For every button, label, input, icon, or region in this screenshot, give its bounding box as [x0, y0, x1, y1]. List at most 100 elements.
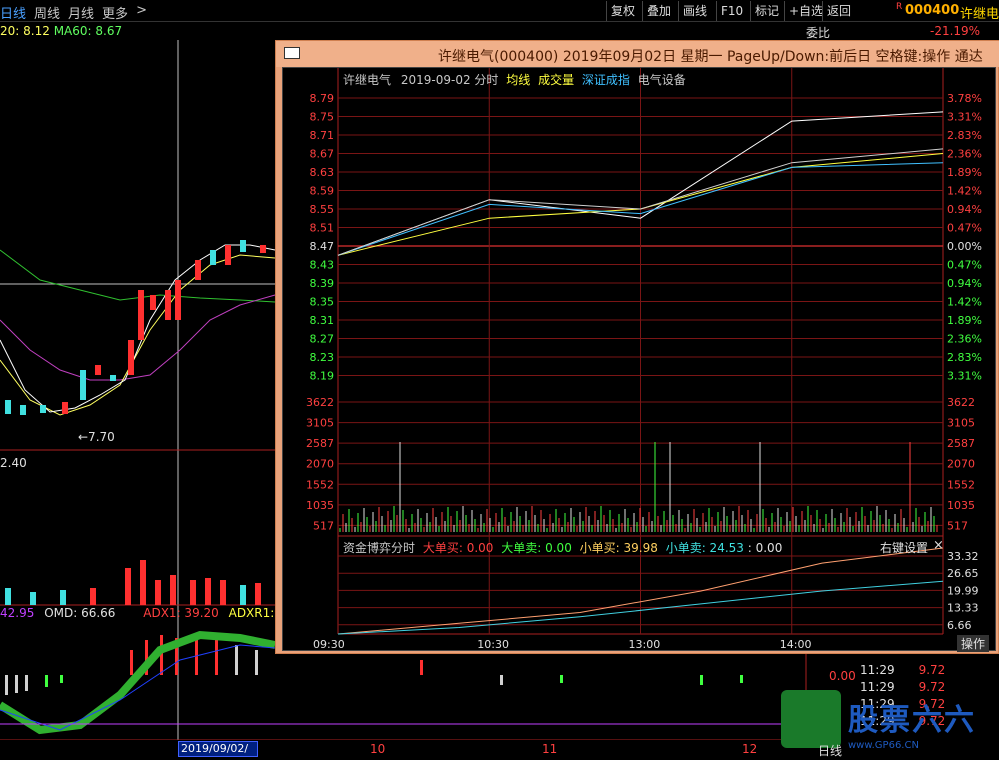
flow-title: 资金博弈分时: [343, 541, 416, 555]
macd-area: [0, 630, 276, 735]
small-buy-value: 小单买: 39.98: [579, 541, 658, 555]
list-item: 11:29 9.72: [860, 680, 946, 694]
chevron-right-icon[interactable]: >: [136, 3, 147, 22]
low-price-label: ←7.70: [78, 430, 115, 444]
small-sell-value: 小单卖: 24.53: [665, 541, 744, 555]
pct-tick-label: 3.31%: [947, 370, 982, 383]
volume-tick-label: 1035: [306, 499, 334, 512]
candles: [5, 240, 266, 415]
time-tick-label: 13:00: [629, 638, 661, 651]
flow-tick-label: 19.99: [947, 584, 979, 597]
volume-tick-label: 1552: [306, 478, 334, 491]
ma60-value: MA60: 8.67: [53, 24, 123, 38]
right-click-settings[interactable]: 右键设置: [880, 539, 928, 556]
header-avg-line: 均线: [506, 73, 531, 87]
close-icon[interactable]: ×: [933, 538, 944, 553]
pct-tick-label: 0.00%: [947, 240, 982, 253]
operate-button[interactable]: 操作: [957, 635, 990, 652]
volume-value: 2.40: [0, 456, 27, 470]
price-tick-label: 8.31: [310, 314, 335, 327]
volume-tick-label: 1035: [947, 499, 975, 512]
price-tick-label: 8.63: [310, 166, 335, 179]
bid-ratio-label: 委比: [806, 26, 831, 40]
pct-tick-label: 0.94%: [947, 203, 982, 216]
price-tick-label: 8.67: [310, 148, 335, 161]
pct-tick-label: 3.31%: [947, 111, 982, 124]
draw-line-button[interactable]: 画线: [678, 1, 711, 21]
quote-zero: 0.00: [829, 669, 856, 683]
header-date: 2019-09-02 分时: [400, 73, 499, 87]
price-tick-label: 8.75: [310, 111, 335, 124]
tab-month[interactable]: 月线: [68, 3, 94, 22]
price-tick-label: 8.23: [310, 351, 335, 364]
popup-body[interactable]: 8.79 3.78% 8.75 3.31% 8.71 2.83% 8.67 2.36% 8.63…: [282, 67, 997, 652]
stock-code: 000400: [905, 3, 960, 18]
flow-tick-label: 33.32: [947, 550, 979, 563]
volume-tick-label: 2587: [306, 437, 334, 450]
pct-tick-label: 2.83%: [947, 129, 982, 142]
r-mark: R: [896, 2, 903, 12]
ma20-value: 20: 8.12: [0, 24, 50, 38]
intraday-popup[interactable]: 许继电气(000400) 2019年09月02日 星期一 PageUp/Down…: [275, 40, 999, 654]
window-icon: [284, 47, 300, 59]
x-axis-tick: 11: [542, 742, 558, 756]
header-stock-name: 许继电气: [343, 73, 392, 87]
indicator-legend: 42.95 OMD: 66.66 ADX1: 39.20 ADXR1: 8.23: [0, 606, 305, 620]
price-tick-label: 8.27: [310, 333, 335, 346]
volume-tick-label: 517: [313, 519, 334, 532]
back-button[interactable]: 返回: [822, 1, 855, 21]
price-tick-label: 8.55: [310, 203, 335, 216]
flow-tick-label: 26.65: [947, 567, 979, 580]
tab-week[interactable]: 周线: [34, 3, 60, 22]
omd-value-1: 42.95: [0, 606, 35, 620]
price-tick-label: 8.35: [310, 296, 335, 309]
period-tabs: 日线 周线 月线 更多 >: [0, 3, 147, 22]
time-tick-label: 14:00: [780, 638, 812, 651]
volume-tick-label: 3105: [306, 417, 334, 430]
mark-button[interactable]: 标记: [750, 1, 783, 21]
adx-line: [0, 644, 276, 731]
ma30-line: [0, 294, 276, 381]
big-sell-value: 大单卖: 0.00: [501, 541, 572, 555]
intraday-chart[interactable]: 8.79 3.78% 8.75 3.31% 8.71 2.83% 8.67 2.36% 8.63…: [283, 68, 997, 652]
fund-flow-header: 资金博弈分时 大单买: 0.00 大单卖: 0.00 小单买: 39.98 小单…: [343, 539, 782, 556]
header-volume: 成交量: [538, 73, 575, 87]
pct-tick-label: 0.47%: [947, 259, 982, 272]
pct-tick-label: 2.83%: [947, 351, 982, 364]
tab-day[interactable]: 日线: [0, 3, 26, 22]
x-axis-selected-date: 2019/09/02/—: [178, 741, 258, 760]
brand-site: www.GP66.CN: [848, 740, 919, 751]
overlay-button[interactable]: 叠加: [642, 1, 675, 21]
popup-title-bar[interactable]: 许继电气(000400) 2019年09月02日 星期一 PageUp/Down…: [276, 41, 999, 67]
x-axis-tick: 12: [742, 742, 758, 756]
ma20-line: [0, 254, 276, 416]
header-index: 深证成指: [581, 73, 630, 87]
pct-tick-label: 0.94%: [947, 277, 982, 290]
top-toolbar: 日线 周线 月线 更多 > 复权 叠加 画线 F10 标记 +自选 返回 R 0…: [0, 0, 999, 22]
volume-tick-label: 2587: [947, 437, 975, 450]
price-tick-label: 8.79: [310, 92, 335, 105]
price-tick-label: 8.39: [310, 277, 335, 290]
brand-watermark: 股票六六: [848, 703, 976, 738]
time-tick-label: 09:30: [313, 638, 345, 651]
flow-tick-label: 6.66: [947, 619, 972, 632]
volume-tick-label: 2070: [306, 458, 334, 471]
restore-rights-button[interactable]: 复权: [606, 1, 639, 21]
pct-tick-label: 3.78%: [947, 92, 982, 105]
add-favorite-button[interactable]: +自选: [784, 1, 827, 21]
adx1-value: ADX1: 39.20: [143, 606, 219, 620]
volume-tick-label: 517: [947, 519, 968, 532]
tab-more[interactable]: 更多: [102, 3, 128, 22]
f10-button[interactable]: F10: [716, 1, 747, 21]
stock-name: 许继电气: [960, 7, 999, 22]
omd-value-2: OMD: 66.66: [44, 606, 116, 620]
flow-tail-value: : 0.00: [747, 541, 783, 555]
price-tick-label: 8.43: [310, 259, 335, 272]
volume-tick-label: 3622: [306, 396, 334, 409]
price-tick-label: 8.51: [310, 222, 335, 235]
volume-tick-label: 1552: [947, 478, 975, 491]
volume-bars: [5, 560, 261, 605]
price-tick-label: 8.59: [310, 185, 335, 198]
popup-title: 许继电气(000400) 2019年09月02日 星期一 PageUp/Down…: [438, 49, 983, 65]
price-tick-label: 8.71: [310, 129, 335, 142]
